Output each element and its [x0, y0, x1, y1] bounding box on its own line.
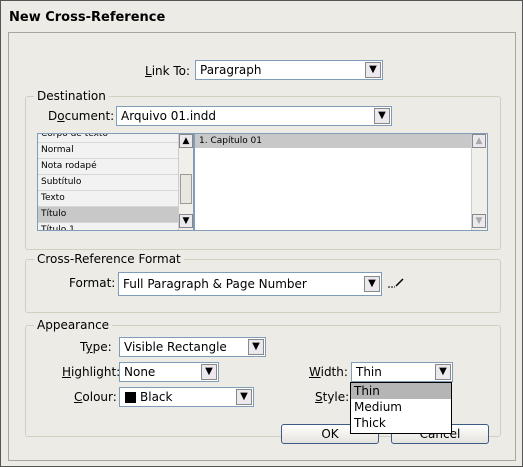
width-option-thick[interactable]: Thick: [351, 415, 451, 431]
format-group: Cross-Reference Format Format: Full Para…: [25, 252, 501, 313]
paragraphs-scrollbar[interactable]: ▲ ▼: [471, 134, 487, 230]
highlight-select[interactable]: None ▼: [119, 362, 219, 382]
scroll-up-icon[interactable]: ▲: [179, 134, 193, 148]
highlight-label: Highlight:: [62, 365, 121, 379]
width-option-medium[interactable]: Medium: [351, 399, 451, 415]
chevron-down-icon[interactable]: ▼: [236, 389, 252, 405]
edit-format-pencil-icon[interactable]: [387, 276, 405, 288]
colour-value: Black: [140, 390, 173, 404]
document-label: Document:: [48, 109, 115, 123]
link-to-select[interactable]: Paragraph ▼: [195, 60, 383, 80]
dialog-title: New Cross-Reference: [9, 10, 166, 25]
format-label: Format:: [69, 276, 116, 290]
chevron-down-icon[interactable]: ▼: [374, 108, 390, 124]
link-to-value: Paragraph: [200, 63, 262, 77]
width-select[interactable]: Thin ▼: [351, 362, 453, 382]
list-item-selected[interactable]: 1. Capítulo 01: [195, 134, 471, 148]
destination-legend: Destination: [34, 89, 109, 103]
destination-group: Destination Document: Arquivo 01.indd ▼ …: [25, 89, 501, 250]
scroll-up-icon[interactable]: ▲: [472, 134, 486, 148]
scroll-thumb[interactable]: [180, 174, 192, 204]
list-item[interactable]: Normal: [38, 143, 178, 159]
width-value: Thin: [356, 365, 382, 379]
format-value: Full Paragraph & Page Number: [123, 277, 307, 291]
list-item[interactable]: Nota rodapé: [38, 159, 178, 175]
list-item[interactable]: Texto: [38, 191, 178, 207]
paragraphs-list: 1. Capítulo 01 ▲ ▼: [194, 133, 488, 231]
chevron-down-icon[interactable]: ▼: [435, 364, 451, 380]
colour-label: Colour:: [74, 390, 117, 404]
chevron-down-icon[interactable]: ▼: [364, 276, 380, 292]
chevron-down-icon[interactable]: ▼: [248, 339, 264, 355]
type-select[interactable]: Visible Rectangle ▼: [119, 337, 266, 357]
type-label: Type:: [80, 340, 112, 354]
width-option-thin[interactable]: Thin: [351, 383, 451, 399]
paragraph-styles-list: Corpo de texto Normal Nota rodapé Subtít…: [37, 133, 194, 231]
scroll-down-icon[interactable]: ▼: [472, 214, 486, 228]
scroll-down-icon[interactable]: ▼: [179, 214, 193, 228]
highlight-value: None: [124, 365, 156, 379]
title-bar[interactable]: New Cross-Reference: [1, 1, 522, 31]
chevron-down-icon[interactable]: ▼: [201, 364, 217, 380]
document-select[interactable]: Arquivo 01.indd ▼: [116, 106, 392, 126]
new-cross-reference-dialog: New Cross-Reference Link To: Paragraph ▼…: [0, 0, 523, 467]
dialog-content: Link To: Paragraph ▼ Destination Documen…: [8, 32, 516, 461]
list-item[interactable]: Subtítulo: [38, 175, 178, 191]
format-select[interactable]: Full Paragraph & Page Number ▼: [118, 272, 382, 296]
type-value: Visible Rectangle: [124, 340, 227, 354]
colour-select[interactable]: Black ▼: [119, 387, 254, 407]
list-item[interactable]: Corpo de texto: [38, 134, 178, 143]
appearance-legend: Appearance: [34, 318, 113, 332]
style-label: Style:: [315, 390, 350, 404]
list-item[interactable]: Título 1: [38, 223, 178, 230]
colour-swatch: [125, 392, 136, 403]
document-value: Arquivo 01.indd: [121, 109, 217, 123]
list-item-selected[interactable]: Título: [38, 207, 178, 223]
width-label: Width:: [309, 365, 348, 379]
link-to-label: Link To:: [145, 64, 191, 78]
chevron-down-icon[interactable]: ▼: [365, 62, 381, 78]
width-dropdown-list: Thin Medium Thick: [350, 382, 452, 434]
styles-scrollbar[interactable]: ▲ ▼: [178, 134, 193, 230]
format-legend: Cross-Reference Format: [34, 252, 184, 266]
